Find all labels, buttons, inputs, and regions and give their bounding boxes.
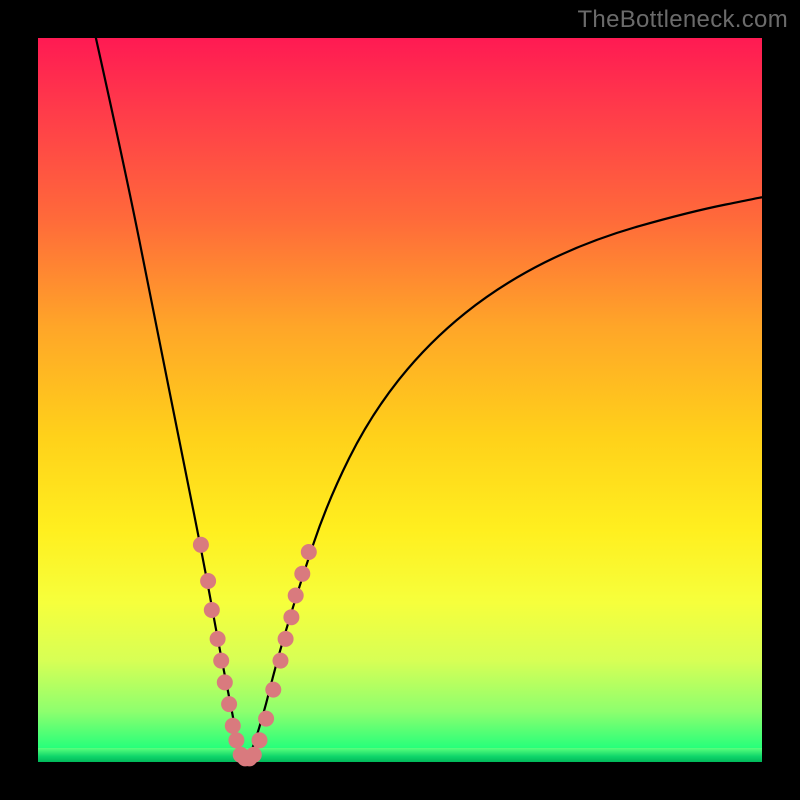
marker-dot: [283, 609, 299, 625]
marker-dot: [213, 653, 229, 669]
watermark-text: TheBottleneck.com: [577, 6, 788, 34]
chart-frame: TheBottleneck.com: [0, 0, 800, 800]
chart-svg: [38, 38, 762, 762]
marker-dot: [193, 537, 209, 553]
marker-dot: [217, 674, 233, 690]
bottleneck-curve: [96, 38, 762, 762]
marker-dot: [225, 718, 241, 734]
marker-dot: [200, 573, 216, 589]
curve-markers: [193, 537, 317, 767]
marker-dot: [204, 602, 220, 618]
marker-dot: [301, 544, 317, 560]
marker-dot: [221, 696, 237, 712]
marker-dot: [265, 682, 281, 698]
marker-dot: [278, 631, 294, 647]
marker-dot: [273, 653, 289, 669]
marker-dot: [288, 588, 304, 604]
marker-dot: [210, 631, 226, 647]
marker-dot: [258, 711, 274, 727]
marker-dot: [294, 566, 310, 582]
marker-dot: [228, 732, 244, 748]
marker-dot: [252, 732, 268, 748]
plot-area: [38, 38, 762, 762]
marker-dot: [246, 747, 262, 763]
